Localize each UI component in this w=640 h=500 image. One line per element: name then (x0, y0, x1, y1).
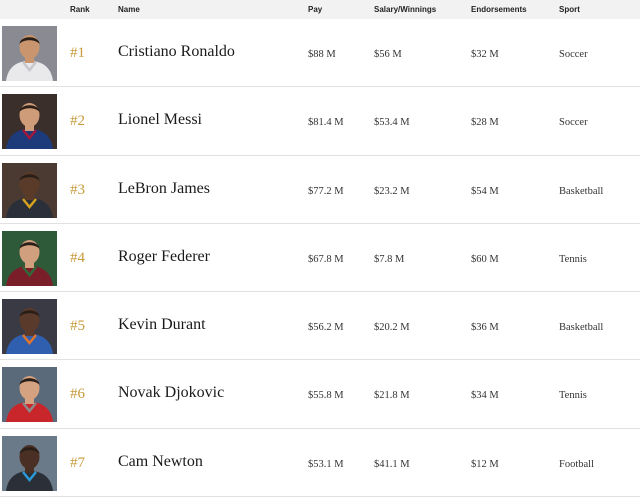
sport-cell: Tennis (559, 390, 587, 402)
name-cell: Novak Djokovic (118, 384, 225, 402)
endorsements-cell: $54 M (471, 185, 499, 197)
sport-cell: Tennis (559, 253, 587, 265)
name-cell: LeBron James (118, 179, 210, 197)
pay-cell: $55.8 M (308, 390, 344, 402)
header-name[interactable]: Name (118, 5, 140, 14)
table-row[interactable]: #1 Cristiano Ronaldo $88 M $56 M $32 M S… (0, 19, 640, 88)
salary-cell: $21.8 M (374, 390, 410, 402)
salary-cell: $41.1 M (374, 458, 410, 470)
portrait-graphic (2, 230, 57, 286)
rank-cell: #7 (70, 454, 85, 471)
pay-cell: $53.1 M (308, 458, 344, 470)
header-pay[interactable]: Pay (308, 5, 322, 14)
endorsements-cell: $34 M (471, 390, 499, 402)
athlete-photo (2, 435, 57, 491)
name-cell: Kevin Durant (118, 316, 206, 334)
athlete-photo (2, 367, 57, 423)
salary-cell: $7.8 M (374, 253, 405, 265)
athlete-photo (2, 162, 57, 218)
sport-cell: Soccer (559, 117, 588, 129)
header-salary[interactable]: Salary/Winnings (374, 5, 436, 14)
pay-cell: $81.4 M (308, 117, 344, 129)
salary-cell: $23.2 M (374, 185, 410, 197)
name-cell: Roger Federer (118, 247, 210, 265)
athlete-table: #1 Cristiano Ronaldo $88 M $56 M $32 M S… (0, 19, 640, 498)
rank-cell: #3 (70, 181, 85, 198)
portrait-graphic (2, 367, 57, 423)
table-row[interactable]: #2 Lionel Messi $81.4 M $53.4 M $28 M So… (0, 87, 640, 156)
portrait-graphic (2, 26, 57, 81)
athlete-photo (2, 230, 57, 286)
rank-cell: #6 (70, 386, 85, 403)
sport-cell: Football (559, 458, 595, 470)
table-row[interactable]: #7 Cam Newton $53.1 M $41.1 M $12 M Foot… (0, 429, 640, 498)
table-header: Rank Name Pay Salary/Winnings Endorsemen… (0, 0, 640, 19)
rank-cell: #2 (70, 113, 85, 130)
rank-cell: #4 (70, 249, 85, 266)
header-sport[interactable]: Sport (559, 5, 580, 14)
name-cell: Cristiano Ronaldo (118, 43, 235, 60)
pay-cell: $88 M (308, 49, 336, 60)
name-cell: Lionel Messi (118, 111, 202, 129)
portrait-graphic (2, 435, 57, 491)
athlete-photo (2, 94, 57, 150)
table-row[interactable]: #5 Kevin Durant $56.2 M $20.2 M $36 M Ba… (0, 292, 640, 361)
pay-cell: $56.2 M (308, 322, 344, 334)
name-cell: Cam Newton (118, 452, 203, 470)
header-endorsements[interactable]: Endorsements (471, 5, 527, 14)
portrait-graphic (2, 162, 57, 218)
endorsements-cell: $32 M (471, 49, 499, 60)
pay-cell: $77.2 M (308, 185, 344, 197)
endorsements-cell: $12 M (471, 458, 499, 470)
sport-cell: Basketball (559, 185, 604, 197)
athlete-photo (2, 26, 57, 81)
athlete-photo (2, 299, 57, 355)
table-row[interactable]: #6 Novak Djokovic $55.8 M $21.8 M $34 M … (0, 360, 640, 429)
endorsements-cell: $36 M (471, 322, 499, 334)
rank-cell: #1 (70, 45, 85, 61)
sport-cell: Basketball (559, 322, 604, 334)
table-row[interactable]: #4 Roger Federer $67.8 M $7.8 M $60 M Te… (0, 224, 640, 293)
portrait-graphic (2, 94, 57, 150)
header-rank[interactable]: Rank (70, 5, 90, 14)
endorsements-cell: $60 M (471, 253, 499, 265)
sport-cell: Soccer (559, 49, 588, 60)
salary-cell: $20.2 M (374, 322, 410, 334)
pay-cell: $67.8 M (308, 253, 344, 265)
salary-cell: $56 M (374, 49, 402, 60)
salary-cell: $53.4 M (374, 117, 410, 129)
rank-cell: #5 (70, 318, 85, 335)
portrait-graphic (2, 299, 57, 355)
endorsements-cell: $28 M (471, 117, 499, 129)
table-row[interactable]: #3 LeBron James $77.2 M $23.2 M $54 M Ba… (0, 156, 640, 224)
